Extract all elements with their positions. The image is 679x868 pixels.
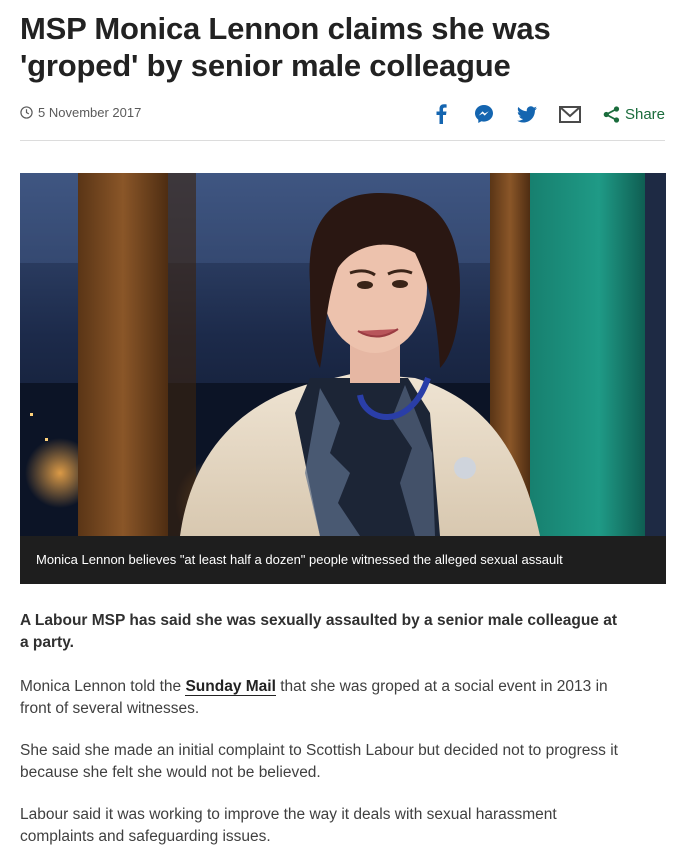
messenger-icon (474, 105, 493, 123)
article-paragraph: Monica Lennon told the Sunday Mail that … (20, 676, 620, 720)
article-paragraph: Labour said it was working to improve th… (20, 806, 557, 845)
sunday-mail-link[interactable]: Sunday Mail (185, 678, 276, 696)
twitter-icon (516, 105, 537, 122)
article-date: 5 November 2017 (20, 105, 141, 120)
email-icon (558, 105, 581, 123)
paragraph-text: Monica Lennon told the (20, 678, 186, 695)
article-figure: Monica Lennon believes "at least half a … (20, 173, 666, 584)
image-caption: Monica Lennon believes "at least half a … (20, 536, 666, 584)
clock-icon (20, 106, 33, 119)
article-headline: MSP Monica Lennon claims she was 'groped… (20, 11, 551, 83)
facebook-icon (436, 104, 447, 124)
email-share-button[interactable] (558, 103, 581, 125)
twitter-share-button[interactable] (516, 103, 538, 125)
lead-photo (20, 173, 666, 536)
share-label: Share (624, 105, 665, 123)
share-button[interactable]: Share (603, 106, 665, 123)
article-paragraph: She said she made an initial complaint t… (20, 742, 618, 781)
article-meta: 5 November 2017 Share (20, 100, 665, 128)
divider (20, 140, 665, 141)
date-text: 5 November 2017 (38, 105, 142, 120)
messenger-share-button[interactable] (473, 103, 495, 125)
article-lead: A Labour MSP has said she was sexually a… (20, 612, 617, 651)
share-icon (603, 105, 620, 123)
share-tools: Share (409, 100, 665, 128)
article-body: A Labour MSP has said she was sexually a… (20, 610, 620, 868)
facebook-share-button[interactable] (430, 103, 452, 125)
